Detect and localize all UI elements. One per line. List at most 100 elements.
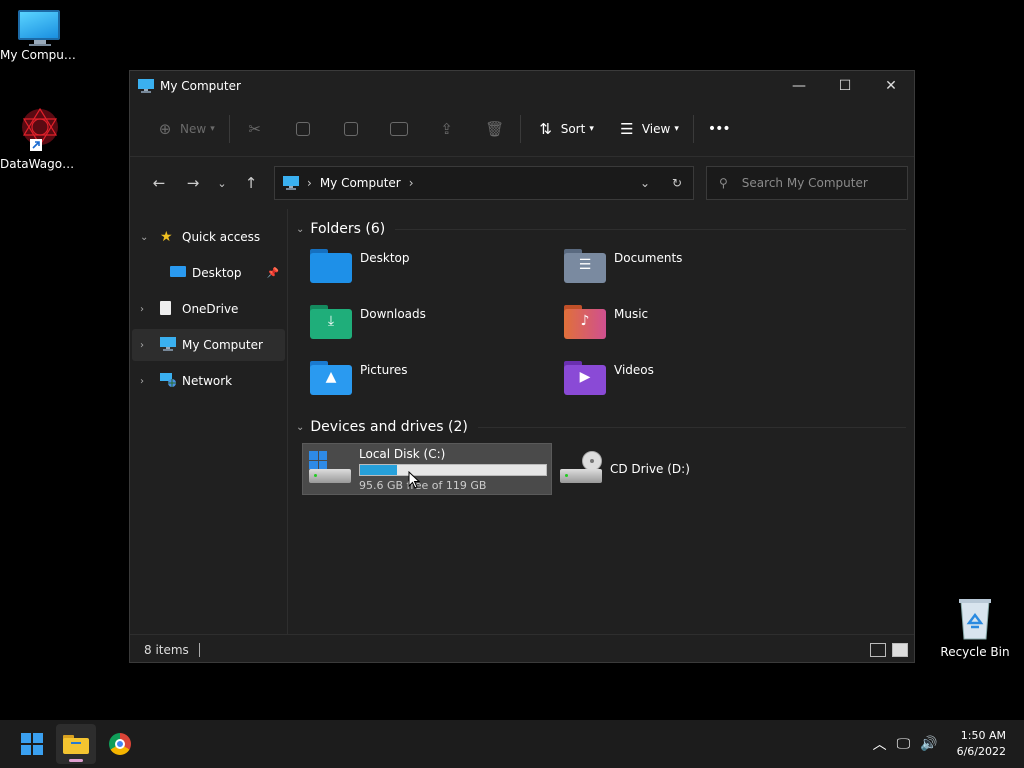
sidebar-item-my-computer[interactable]: › My Computer: [132, 329, 285, 361]
view-list-icon: ☰: [620, 119, 634, 138]
window-title: My Computer: [160, 79, 241, 93]
chevron-right-icon[interactable]: ›: [409, 176, 414, 190]
chevron-up-icon[interactable]: ︿: [873, 734, 887, 754]
new-label: New: [180, 121, 207, 136]
clock-time: 1:50 AM: [960, 729, 1006, 742]
address-history-button[interactable]: ⌄: [629, 176, 661, 190]
up-button[interactable]: ↑: [234, 168, 268, 198]
windows-logo-icon: [309, 451, 327, 469]
arrow-right-icon: →: [186, 174, 200, 192]
clock[interactable]: 1:50 AM 6/6/2022: [957, 728, 1006, 760]
folder-desktop[interactable]: Desktop: [296, 243, 550, 299]
desktop-icon-my-computer[interactable]: My Computer: [0, 10, 80, 62]
content-pane: ⌄ Folders (6) Desktop ☰ Documents ⤓ Down…: [288, 209, 914, 634]
star-icon: ★: [160, 229, 173, 245]
view-button[interactable]: ☰ View ▾: [610, 113, 685, 145]
folder-name: Pictures: [360, 363, 408, 377]
desktop-icon-label: My Computer: [0, 48, 80, 62]
start-button[interactable]: [12, 724, 52, 764]
sidebar-item-label: Network: [182, 374, 233, 388]
chevron-down-icon: ⌄: [639, 176, 651, 190]
share-icon: ⇪: [440, 119, 453, 138]
rename-button[interactable]: [382, 113, 416, 145]
clock-date: 6/6/2022: [956, 745, 1006, 758]
minimize-button[interactable]: —: [776, 71, 822, 101]
desktop-folder-icon: [310, 249, 354, 285]
title-bar[interactable]: My Computer — ☐ ✕: [130, 71, 914, 101]
scissors-icon: ✂: [248, 119, 261, 138]
refresh-button[interactable]: ↻: [661, 176, 693, 190]
clipboard-icon: [340, 120, 362, 138]
rename-icon: [388, 120, 410, 138]
search-input[interactable]: ⚲ Search My Computer: [706, 166, 908, 200]
desktop-icon-datawagon[interactable]: DataWagon...: [0, 105, 80, 171]
new-button[interactable]: ⊕ New ▾: [148, 113, 221, 145]
folder-name: Downloads: [360, 307, 426, 321]
sidebar-item-network[interactable]: › Network: [132, 365, 285, 397]
chevron-down-icon: ▾: [589, 123, 594, 134]
folder-downloads[interactable]: ⤓ Downloads: [296, 299, 550, 355]
navigation-pane: ⌄ ★ Quick access Desktop 📌 › OneDrive › …: [130, 209, 288, 634]
windows-logo-icon: [21, 733, 43, 755]
desktop-icon-recycle-bin[interactable]: Recycle Bin: [935, 597, 1015, 659]
chevron-right-icon[interactable]: ›: [140, 340, 156, 351]
chevron-down-icon[interactable]: ⌄: [140, 232, 156, 243]
details-view-button[interactable]: [870, 642, 886, 657]
folder-name: Documents: [614, 251, 683, 265]
more-options-button[interactable]: •••: [702, 113, 736, 145]
volume-icon[interactable]: 🔊: [920, 736, 937, 752]
chevron-right-icon[interactable]: ›: [140, 376, 156, 387]
forward-button[interactable]: →: [176, 168, 210, 198]
drive-name: CD Drive (D:): [610, 462, 690, 476]
computer-icon: [283, 176, 299, 190]
copy-button[interactable]: [286, 113, 320, 145]
folder-name: Desktop: [360, 251, 410, 265]
drive-free-space: 95.6 GB free of 119 GB: [359, 478, 487, 492]
desktop-icon-label: Recycle Bin: [940, 645, 1010, 659]
file-explorer-window: My Computer — ☐ ✕ ⊕ New ▾ ✂ ⇪ 🗑 ⇅ Sort ▾…: [129, 70, 915, 663]
back-button[interactable]: ←: [142, 168, 176, 198]
delete-button[interactable]: 🗑: [478, 113, 512, 145]
sort-button[interactable]: ⇅ Sort ▾: [529, 113, 600, 145]
folder-videos[interactable]: ▶ Videos: [550, 355, 804, 411]
sidebar-item-label: OneDrive: [182, 302, 239, 316]
cd-drive-icon: [560, 451, 604, 487]
documents-folder-icon: ☰: [564, 249, 608, 285]
chevron-down-icon: ▾: [674, 123, 679, 134]
folder-music[interactable]: ♪ Music: [550, 299, 804, 355]
drives-grid: Local Disk (C:) 95.6 GB free of 119 GB C…: [296, 441, 914, 495]
sidebar-item-label: Quick access: [182, 230, 261, 244]
drive-cd-d[interactable]: CD Drive (D:): [554, 443, 804, 495]
taskbar: ︿ 🖵 🔊 1:50 AM 6/6/2022: [0, 720, 1024, 768]
sidebar-item-desktop[interactable]: Desktop 📌: [132, 257, 285, 289]
folder-icon: [63, 735, 89, 754]
taskbar-chrome[interactable]: [100, 724, 140, 764]
trash-icon: 🗑: [485, 119, 505, 138]
folders-group-header[interactable]: ⌄ Folders (6): [296, 215, 914, 243]
address-location[interactable]: My Computer: [320, 176, 401, 190]
datawagon-logo-icon: [22, 107, 58, 151]
sidebar-item-quick-access[interactable]: ⌄ ★ Quick access: [132, 221, 285, 253]
address-bar[interactable]: › My Computer › ⌄ ↻: [274, 166, 694, 200]
pictures-folder-icon: ▲: [310, 361, 354, 397]
navigation-row: ← → ⌄ ↑ › My Computer › ⌄ ↻ ⚲ Search My …: [130, 157, 914, 209]
folder-pictures[interactable]: ▲ Pictures: [296, 355, 550, 411]
share-button[interactable]: ⇪: [430, 113, 464, 145]
drives-group-header[interactable]: ⌄ Devices and drives (2): [296, 413, 914, 441]
chevron-right-icon[interactable]: ›: [140, 304, 156, 315]
status-bar: 8 items: [130, 634, 914, 664]
cut-button[interactable]: ✂: [238, 113, 272, 145]
taskbar-file-explorer[interactable]: [56, 724, 96, 764]
ellipsis-icon: •••: [707, 120, 731, 137]
recent-locations-button[interactable]: ⌄: [210, 168, 234, 198]
refresh-icon: ↻: [671, 176, 683, 190]
paste-button[interactable]: [334, 113, 368, 145]
sidebar-item-onedrive[interactable]: › OneDrive: [132, 293, 285, 325]
network-status-icon[interactable]: 🖵: [897, 736, 911, 752]
maximize-button[interactable]: ☐: [822, 71, 868, 101]
tiles-view-button[interactable]: [892, 642, 908, 657]
view-label: View: [641, 121, 671, 136]
folder-documents[interactable]: ☰ Documents: [550, 243, 804, 299]
close-button[interactable]: ✕: [868, 71, 914, 101]
drive-local-disk-c[interactable]: Local Disk (C:) 95.6 GB free of 119 GB: [302, 443, 552, 495]
